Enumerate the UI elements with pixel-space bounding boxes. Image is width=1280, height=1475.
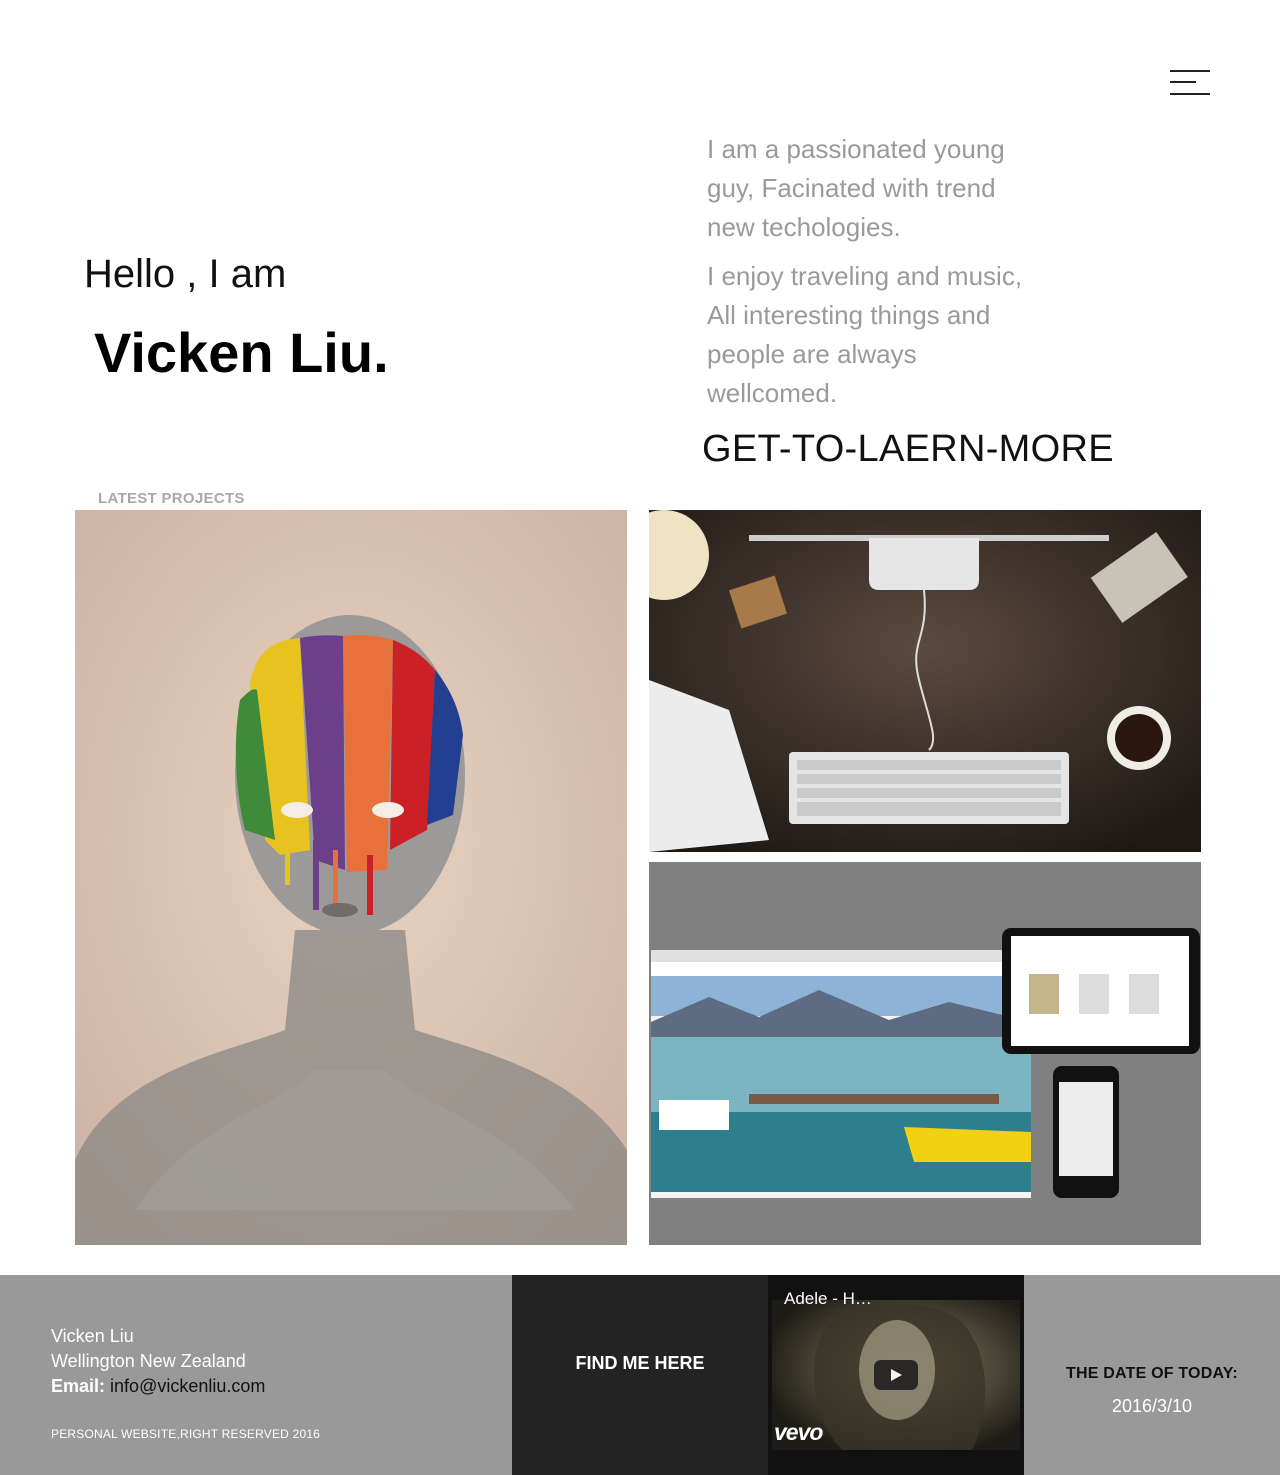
find-me-label: FIND ME HERE [575, 1353, 705, 1373]
desk-image [649, 510, 1201, 852]
contact-email: Email: info@vickenliu.com [51, 1374, 265, 1399]
video-title: Adele - H… [784, 1289, 872, 1308]
play-icon[interactable] [874, 1360, 918, 1390]
latest-projects-heading: LATEST PROJECTS [98, 490, 245, 507]
video-player[interactable]: Adele - H… vevo [768, 1275, 1024, 1475]
find-me-panel: FIND ME HERE [512, 1275, 768, 1475]
hamburger-menu-icon [1170, 70, 1210, 72]
copyright-text: PERSONAL WEBSITE,RIGHT RESERVED 2016 [51, 1427, 321, 1441]
date-value: 2016/3/10 [1111, 1396, 1193, 1416]
project-tile-desk[interactable] [649, 510, 1201, 852]
contact-name: Vicken Liu [51, 1326, 134, 1346]
menu-button[interactable] [1168, 68, 1212, 98]
project-tile-painting[interactable] [75, 510, 627, 1245]
date-label: THE DATE OF TODAY: [1066, 1365, 1238, 1382]
learn-more-link[interactable]: GET-TO-LAERN-MORE [702, 428, 1114, 471]
website-mockup-image [649, 862, 1201, 1245]
intro-paragraph: I enjoy traveling and music, All interes… [707, 261, 1023, 408]
contact-location: Wellington New Zealand [51, 1351, 246, 1371]
project-tile-website-mockup[interactable] [649, 862, 1201, 1245]
email-link[interactable]: info@vickenliu.com [110, 1376, 265, 1396]
greeting: Hello , I am [84, 252, 287, 296]
contact-info: Vicken Liu Wellington New Zealand Email:… [51, 1324, 265, 1399]
intro-paragraph: I am a passionated young guy, Facinated … [707, 134, 1005, 242]
page-title: Vicken Liu. [94, 321, 389, 384]
painting-image [75, 510, 627, 1245]
email-label: Email: [51, 1376, 106, 1396]
vevo-logo: vevo [774, 1419, 823, 1445]
